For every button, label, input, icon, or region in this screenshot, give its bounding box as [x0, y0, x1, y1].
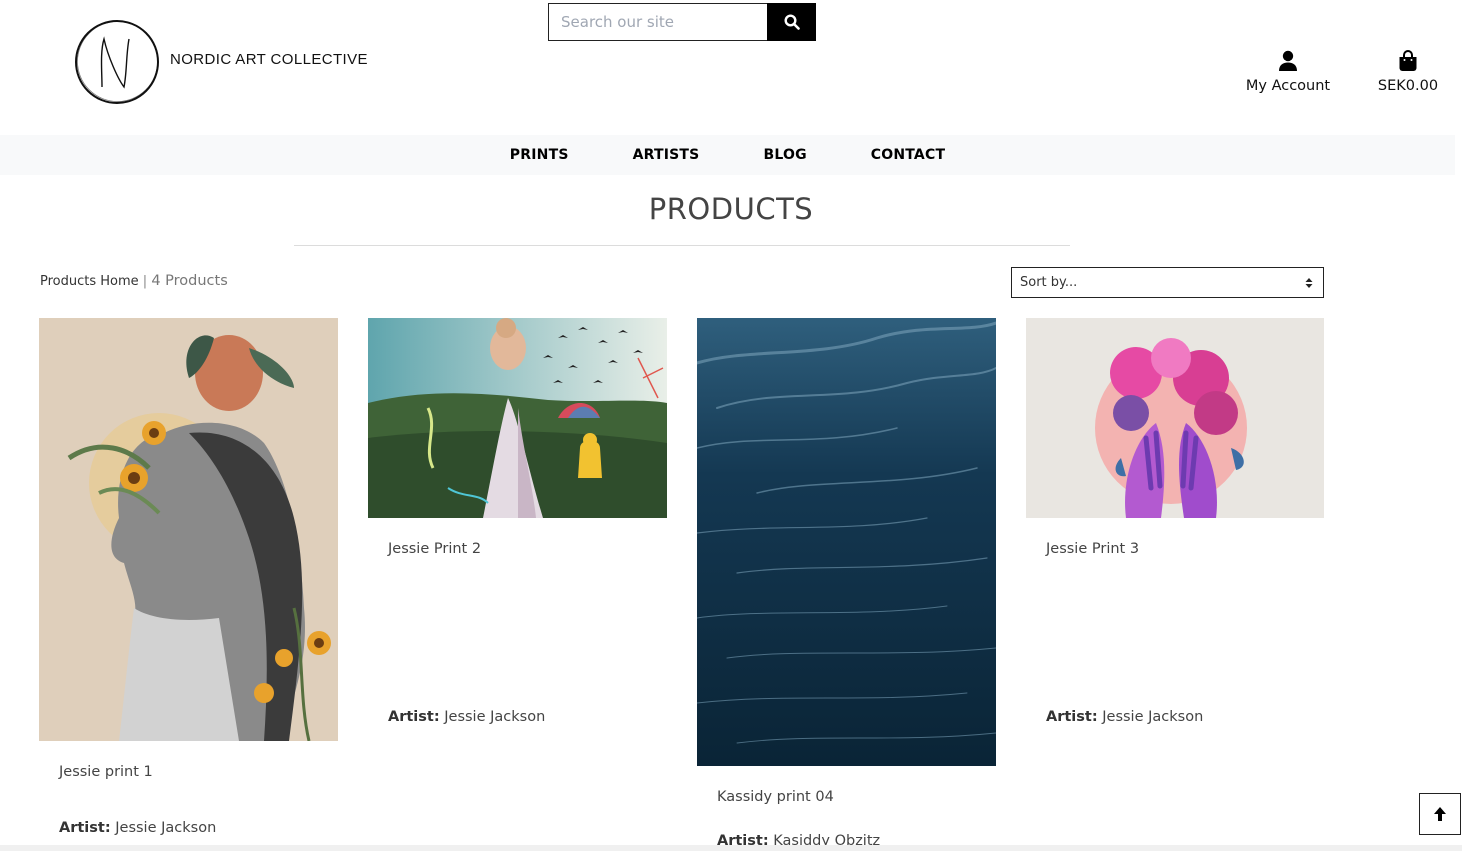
- product-card: Jessie Print 2 Artist: Jessie Jackson: [368, 318, 667, 738]
- sort-arrows-icon: [1305, 277, 1313, 288]
- product-name[interactable]: Jessie print 1: [59, 764, 153, 780]
- nav-item-artists[interactable]: ARTISTS: [633, 147, 700, 163]
- dark-water-waves-image: [697, 318, 996, 766]
- sort-select[interactable]: Sort by...: [1011, 267, 1324, 298]
- artist-name: Jessie Jackson: [115, 820, 217, 836]
- my-account-link[interactable]: My Account: [1238, 50, 1338, 94]
- product-name[interactable]: Kassidy print 04: [717, 789, 834, 805]
- back-to-top-button[interactable]: [1419, 793, 1461, 835]
- nav-item-contact[interactable]: CONTACT: [871, 147, 945, 163]
- nav-item-blog[interactable]: BLOG: [763, 147, 806, 163]
- brand-name[interactable]: NORDIC ART COLLECTIVE: [170, 51, 368, 68]
- product-artist: Artist: Jessie Jackson: [1046, 709, 1203, 725]
- product-image[interactable]: [1026, 318, 1324, 518]
- collage-woman-flowers-image: [39, 318, 338, 741]
- page-bottom-edge: [0, 845, 1462, 851]
- shopping-bag-icon: [1399, 50, 1417, 71]
- logo[interactable]: [72, 17, 162, 107]
- product-card: Kassidy print 04 Artist: Kasiddy Obzitz: [697, 318, 996, 851]
- main-nav: PRINTS ARTISTS BLOG CONTACT: [0, 135, 1455, 175]
- product-artist: Artist: Jessie Jackson: [388, 709, 545, 725]
- product-name[interactable]: Jessie Print 3: [1046, 541, 1139, 557]
- page-title: PRODUCTS: [648, 192, 814, 226]
- collage-waterfall-children-image: [368, 318, 667, 518]
- product-count: 4 Products: [151, 273, 228, 289]
- arrow-up-icon: [1434, 807, 1446, 821]
- product-card: Jessie Print 3 Artist: Jessie Jackson: [1026, 318, 1324, 738]
- product-artist: Artist: Jessie Jackson: [59, 820, 216, 836]
- user-icon: [1279, 50, 1297, 71]
- breadcrumb: Products Home | 4 Products: [40, 273, 228, 289]
- cart-link[interactable]: SEK0.00: [1370, 50, 1446, 94]
- products-home-link[interactable]: Products Home: [40, 274, 139, 289]
- cart-total: SEK0.00: [1377, 78, 1439, 94]
- artist-name: Jessie Jackson: [1102, 709, 1204, 725]
- artist-name: Jessie Jackson: [444, 709, 546, 725]
- artist-label: Artist:: [1046, 709, 1098, 725]
- search-button[interactable]: [767, 3, 816, 41]
- my-account-label: My Account: [1245, 78, 1331, 94]
- product-image[interactable]: [368, 318, 667, 518]
- product-image[interactable]: [697, 318, 996, 766]
- breadcrumb-separator: |: [142, 274, 148, 289]
- product-image[interactable]: [39, 318, 338, 741]
- title-divider: [294, 245, 1070, 246]
- search-icon: [783, 14, 800, 30]
- search-input[interactable]: [548, 3, 767, 41]
- collage-pink-hands-flowers-image: [1026, 318, 1324, 518]
- product-card: Jessie print 1 Artist: Jessie Jackson: [39, 318, 338, 848]
- artist-label: Artist:: [388, 709, 440, 725]
- sort-select-value: Sort by...: [1020, 275, 1078, 290]
- artist-label: Artist:: [59, 820, 111, 836]
- product-name[interactable]: Jessie Print 2: [388, 541, 481, 557]
- search-form: [548, 3, 816, 41]
- nav-item-prints[interactable]: PRINTS: [510, 147, 569, 163]
